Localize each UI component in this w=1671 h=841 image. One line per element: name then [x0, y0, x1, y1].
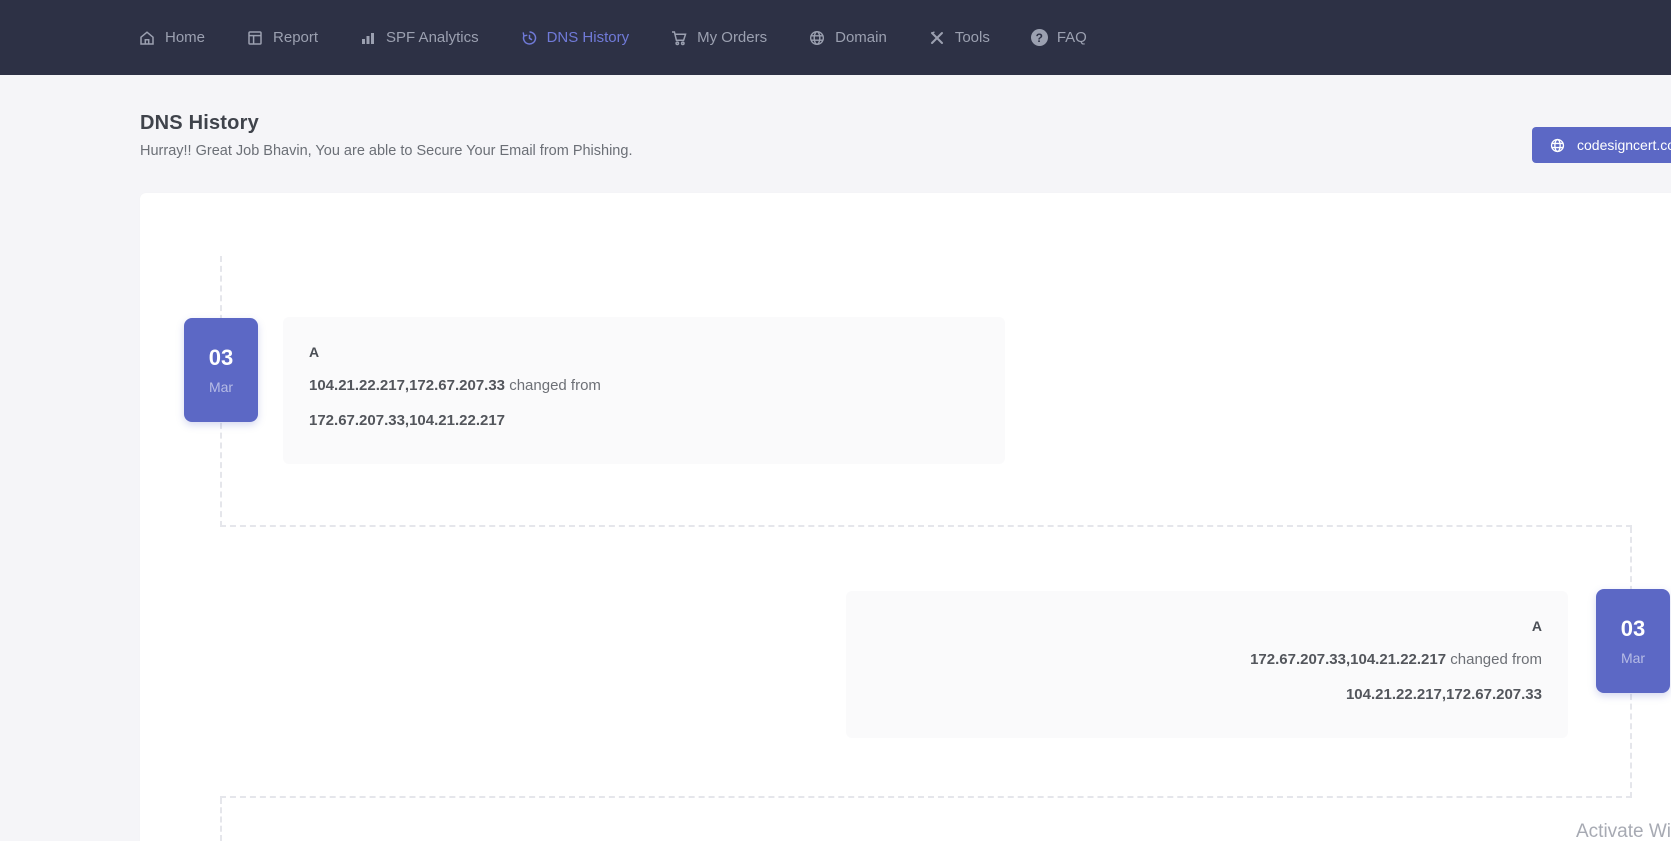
- timeline-date-badge: 03 Mar: [1596, 589, 1670, 693]
- report-icon: [246, 29, 264, 47]
- nav-item-faq[interactable]: ? FAQ: [1031, 29, 1087, 46]
- nav-item-label: Home: [165, 29, 205, 46]
- record-type: A: [309, 344, 979, 360]
- page-title: DNS History: [140, 112, 259, 135]
- page-subtitle: Hurray!! Great Job Bhavin, You are able …: [140, 143, 632, 159]
- record-change-line: 104.21.22.217,172.67.207.33 changed from: [309, 377, 979, 395]
- record-type: A: [872, 618, 1542, 634]
- record-change-line: 172.67.207.33,104.21.22.217 changed from: [872, 651, 1542, 669]
- record-old-value: 104.21.22.217,172.67.207.33: [1346, 686, 1542, 703]
- top-navbar: Home Report SPF Analytics: [0, 0, 1671, 75]
- nav-item-home[interactable]: Home: [138, 29, 205, 47]
- faq-icon: ?: [1031, 29, 1048, 46]
- nav-item-label: My Orders: [697, 29, 767, 46]
- history-icon: [520, 29, 538, 47]
- record-new-value: 104.21.22.217,172.67.207.33: [309, 377, 505, 394]
- record-old-line: 172.67.207.33,104.21.22.217: [309, 412, 979, 430]
- record-new-value: 172.67.207.33,104.21.22.217: [1250, 651, 1446, 668]
- globe-icon: [808, 29, 826, 47]
- nav-item-report[interactable]: Report: [246, 29, 318, 47]
- timeline-date-badge: 03 Mar: [184, 318, 258, 422]
- globe-icon: [1549, 137, 1566, 154]
- nav-item-label: SPF Analytics: [386, 29, 479, 46]
- record-old-value: 172.67.207.33,104.21.22.217: [309, 412, 505, 429]
- nav-item-tools[interactable]: Tools: [928, 29, 990, 47]
- dns-record-card: A 172.67.207.33,104.21.22.217 changed fr…: [846, 591, 1568, 738]
- nav-item-label: DNS History: [547, 29, 630, 46]
- dns-history-page: Home Report SPF Analytics: [0, 0, 1671, 841]
- activate-windows-watermark: Activate Windows: [1576, 821, 1671, 841]
- timeline-connector-segment-3: [220, 798, 1632, 841]
- record-changed-text: changed from: [509, 377, 601, 394]
- tools-icon: [928, 29, 946, 47]
- nav-item-label: Domain: [835, 29, 887, 46]
- domain-button[interactable]: codesigncert.co: [1532, 127, 1671, 163]
- analytics-icon: [359, 29, 377, 47]
- date-day: 03: [1621, 616, 1645, 642]
- nav-item-label: FAQ: [1057, 29, 1087, 46]
- cart-icon: [670, 29, 688, 47]
- nav-item-label: Tools: [955, 29, 990, 46]
- nav-item-my-orders[interactable]: My Orders: [670, 29, 767, 47]
- nav-item-dns-history[interactable]: DNS History: [520, 29, 630, 47]
- date-month: Mar: [209, 379, 233, 395]
- domain-button-label: codesigncert.co: [1577, 137, 1671, 153]
- home-icon: [138, 29, 156, 47]
- dns-record-card: A 104.21.22.217,172.67.207.33 changed fr…: [283, 317, 1005, 464]
- record-old-line: 104.21.22.217,172.67.207.33: [872, 686, 1542, 704]
- nav-item-spf-analytics[interactable]: SPF Analytics: [359, 29, 479, 47]
- date-month: Mar: [1621, 650, 1645, 666]
- nav-item-domain[interactable]: Domain: [808, 29, 887, 47]
- date-day: 03: [209, 345, 233, 371]
- nav-item-label: Report: [273, 29, 318, 46]
- record-changed-text: changed from: [1450, 651, 1542, 668]
